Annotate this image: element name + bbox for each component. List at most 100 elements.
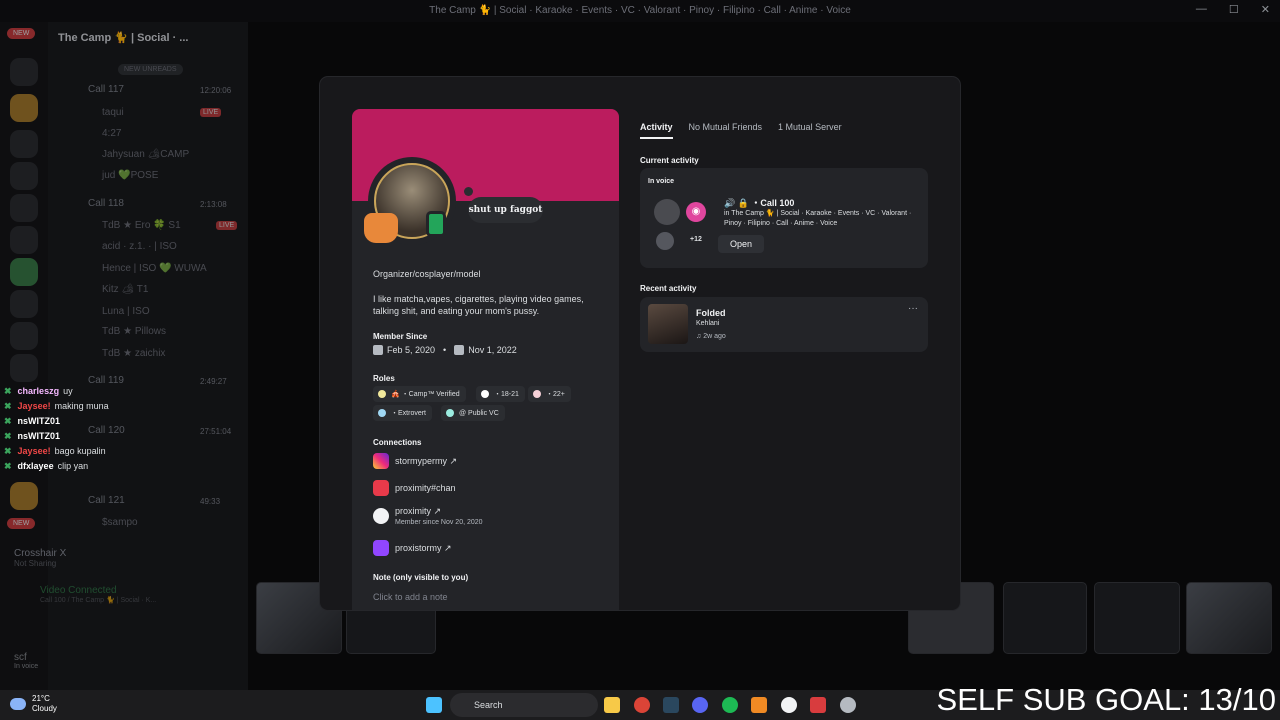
voice-user[interactable]: Kitz 🏕 T1 [102, 284, 148, 295]
new-pill[interactable]: NEW [7, 28, 36, 39]
instagram-icon [373, 453, 389, 469]
voice-user[interactable]: $sampo [102, 517, 138, 528]
server-name[interactable]: The Camp 🐈 | Social · ... [58, 31, 188, 44]
steam-icon[interactable] [663, 697, 679, 713]
spotify-icon[interactable] [722, 697, 738, 713]
voice-channel[interactable]: Call 118 [88, 198, 124, 209]
file-explorer-icon[interactable] [604, 697, 620, 713]
tab-mutual-friends[interactable]: No Mutual Friends [689, 122, 763, 139]
username[interactable]: scf [14, 652, 38, 663]
close-button[interactable]: ✕ [1261, 3, 1270, 16]
chat-line: ✖ Jaysee! bago kupalin [4, 446, 106, 456]
live-badge: LIVE [200, 108, 222, 117]
chat-user: Jaysee! [17, 401, 51, 411]
discord-icon: ◉ [686, 202, 706, 222]
server-icon[interactable] [10, 226, 38, 254]
member-since-label: Member Since [373, 332, 428, 341]
voice-channel[interactable]: Call 120 [88, 425, 125, 436]
voice-channel-name: 🔊 🔒 ・Call 100 [724, 198, 795, 208]
tab-activity[interactable]: Activity [640, 122, 673, 139]
voice-channel-server: in The Camp 🐈 | Social · Karaoke · Event… [724, 210, 912, 227]
voice-user[interactable]: TdB ★ Ero 🍀 S1 [102, 220, 181, 231]
discord-icon[interactable] [692, 697, 708, 713]
profile-card: shut up faggot Organizer/cosplayer/model… [352, 109, 619, 610]
more-members-count: +12 [690, 236, 702, 243]
voice-user[interactable]: Jahysuan 🏕CAMP [102, 149, 189, 160]
connection-row[interactable]: proximity#chan [373, 480, 456, 496]
connection-name: stormypermy ↗ [395, 455, 458, 466]
voice-user[interactable]: taqui [102, 107, 124, 118]
role-name: @ Public VC [459, 409, 499, 417]
video-tile[interactable] [1094, 582, 1180, 654]
role-color-dot [446, 409, 454, 417]
role-color-dot [378, 390, 386, 398]
chat-user: dfxlayee [17, 461, 54, 471]
voice-user[interactable]: Hence | ISO 💚 WUWA [102, 263, 207, 274]
server-icon[interactable] [10, 482, 38, 510]
album-art [648, 304, 688, 344]
role-pill[interactable]: ・22+ [528, 386, 571, 402]
separator-dot: • [443, 345, 447, 355]
voice-channel[interactable]: Call 121 [88, 495, 125, 506]
role-name: ・Extrovert [391, 410, 427, 417]
new-pill[interactable]: NEW [7, 518, 36, 529]
server-icon[interactable] [10, 354, 38, 382]
connection-row[interactable]: proxistormy ↗ [373, 540, 452, 556]
voice-channel[interactable]: Call 117 [88, 84, 124, 95]
server-icon[interactable] [10, 130, 38, 158]
voice-user[interactable]: TdB ★ Pillows [102, 326, 166, 337]
connection-member-since: Member since Nov 20, 2020 [395, 519, 483, 526]
voice-connection: Video Connected Call 100 / The Camp 🐈 | … [40, 585, 156, 604]
start-icon[interactable] [426, 697, 442, 713]
role-pill[interactable]: ・18-21 [476, 386, 525, 402]
role-pill[interactable]: ・Extrovert [373, 405, 433, 421]
more-options-button[interactable]: ··· [908, 303, 918, 314]
discord-member-since: Feb 5, 2020 [387, 345, 436, 355]
in-voice-label: In voice [648, 178, 675, 185]
server-icon[interactable] [10, 194, 38, 222]
connection-name: proximity ↗ [395, 506, 442, 516]
maximize-button[interactable]: ☐ [1229, 3, 1239, 16]
voice-channel[interactable]: Call 119 [88, 375, 124, 386]
role-pill[interactable]: @ Public VC [441, 405, 505, 421]
voice-user[interactable]: acid · z.1. · | ISO [102, 241, 177, 252]
server-icon[interactable] [10, 94, 38, 122]
tab-mutual-servers[interactable]: 1 Mutual Server [778, 122, 842, 139]
note-input[interactable]: Click to add a note [373, 592, 448, 602]
server-icon[interactable] [10, 58, 38, 86]
voice-user[interactable]: Luna | ISO [102, 306, 150, 317]
new-unreads-pill[interactable]: NEW UNREADS [118, 64, 183, 75]
voice-channel-path[interactable]: Call 100 / The Camp 🐈 | Social · K... [40, 596, 156, 604]
chat-line: ✖ nsWITZ01 [4, 416, 61, 426]
search-box[interactable]: Search [450, 693, 598, 717]
server-icon[interactable] [10, 290, 38, 318]
open-button[interactable]: Open [718, 235, 764, 253]
server-icon[interactable] [10, 162, 38, 190]
roles-label: Roles [373, 374, 395, 383]
chat-line: ✖ charleszg uy [4, 386, 73, 396]
crosshair-x-icon[interactable] [810, 697, 826, 713]
obs-icon[interactable] [781, 697, 797, 713]
app-icon[interactable] [751, 697, 767, 713]
voice-user[interactable]: TdB ★ zaichix [102, 348, 165, 359]
app-icon[interactable] [840, 697, 856, 713]
video-tile[interactable] [1003, 582, 1087, 654]
minimize-button[interactable]: — [1196, 3, 1207, 16]
avatar[interactable] [364, 157, 456, 245]
window-title: The Camp 🐈 | Social · Karaoke · Events ·… [429, 5, 851, 16]
server-icon[interactable] [10, 258, 38, 286]
connection-row[interactable]: proximity ↗ Member since Nov 20, 2020 [373, 506, 483, 526]
connection-row[interactable]: stormypermy ↗ [373, 453, 457, 469]
video-tile[interactable] [1186, 582, 1272, 654]
custom-status-bubble: shut up faggot [468, 197, 543, 223]
chrome-icon[interactable] [634, 697, 650, 713]
temperature: 21°C [32, 694, 50, 703]
server-icon[interactable] [10, 322, 38, 350]
activity-time: ♫ 2w ago [696, 333, 726, 340]
weather-widget[interactable]: 21°C Cloudy [10, 694, 57, 714]
avatar [654, 199, 680, 225]
voice-user[interactable]: jud 💚POSE [102, 170, 158, 181]
video-connected-label: Video Connected [40, 585, 117, 596]
voice-user[interactable]: 4:27 [102, 128, 121, 139]
role-pill[interactable]: 🎪 ・Camp™ Verified [373, 386, 466, 402]
